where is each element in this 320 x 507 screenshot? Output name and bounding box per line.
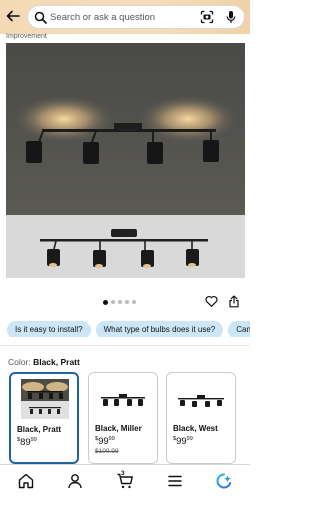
swatch-list-price: $109.99 <box>95 448 119 455</box>
share-icon[interactable] <box>228 295 240 308</box>
question-chip[interactable]: Is it easy to install? <box>7 321 91 337</box>
swatch-price: $9999 <box>95 436 115 448</box>
cart-count: 3 <box>121 470 125 477</box>
swatch-name: Black, West <box>173 424 218 433</box>
swatch-name: Black, Miller <box>95 424 142 433</box>
swatch-price: $9999 <box>173 436 193 448</box>
carousel-dot[interactable] <box>125 300 129 304</box>
swatch-name: Black, Pratt <box>17 425 62 434</box>
top-bar <box>0 0 250 34</box>
home-icon[interactable] <box>17 472 35 490</box>
swatch-price: $8999 <box>17 437 37 449</box>
product-image[interactable] <box>6 43 245 278</box>
carousel-dots[interactable] <box>103 299 136 305</box>
color-selector-label: Color: Black, Pratt <box>8 357 80 367</box>
cart-icon <box>117 473 133 489</box>
question-chips: Is it easy to install? What type of bulbs… <box>7 319 250 337</box>
cart-button[interactable]: 3 <box>116 470 134 490</box>
carousel-dot[interactable] <box>118 300 122 304</box>
camera-icon[interactable] <box>200 10 214 24</box>
color-swatch-west[interactable]: Black, West $9999 <box>166 372 236 464</box>
color-swatch-miller[interactable]: Black, Miller $9999 $109.99 <box>88 372 158 464</box>
carousel-dot[interactable] <box>111 300 115 304</box>
back-arrow-icon[interactable] <box>5 8 21 24</box>
assistant-icon[interactable] <box>215 472 233 490</box>
divider <box>0 345 250 346</box>
profile-icon[interactable] <box>66 472 84 490</box>
search-icon <box>34 11 47 24</box>
swatch-thumbnail <box>178 395 224 407</box>
swatch-thumbnail <box>21 379 69 419</box>
mic-icon[interactable] <box>226 10 236 24</box>
color-swatch-pratt[interactable]: Black, Pratt $8999 <box>9 372 79 464</box>
menu-icon[interactable] <box>166 472 184 490</box>
question-chip[interactable]: What type of bulbs does it use? <box>95 321 224 337</box>
color-value: Black, Pratt <box>33 357 80 367</box>
heart-icon[interactable] <box>205 295 218 308</box>
search-box[interactable] <box>27 5 245 29</box>
question-chip[interactable]: Can <box>228 321 250 337</box>
search-input[interactable] <box>50 9 200 25</box>
color-label: Color: <box>8 357 31 367</box>
swatch-thumbnail <box>101 394 145 406</box>
improvement-link[interactable]: Improvement <box>6 33 47 40</box>
carousel-dot[interactable] <box>132 300 136 304</box>
carousel-dot[interactable] <box>103 299 108 305</box>
bottom-nav: 3 <box>0 464 250 507</box>
